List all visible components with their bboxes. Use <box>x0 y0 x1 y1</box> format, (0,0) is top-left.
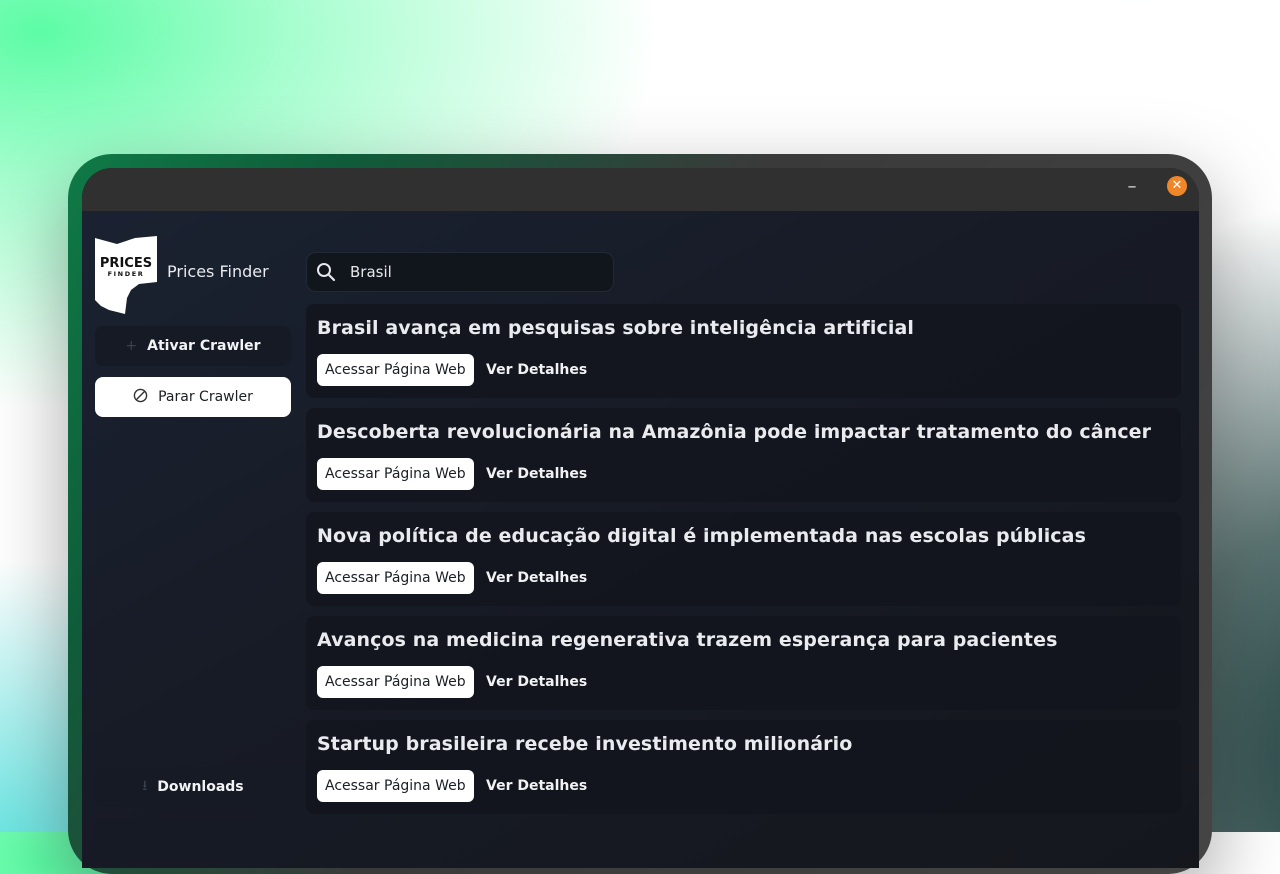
activate-crawler-label: Ativar Crawler <box>147 338 261 354</box>
result-card: Startup brasileira recebe investimento m… <box>306 720 1181 814</box>
view-details-button[interactable]: Ver Detalhes <box>478 354 595 386</box>
svg-text:FINDER: FINDER <box>108 270 145 278</box>
sidebar-extra-button[interactable] <box>95 819 291 859</box>
stop-crawler-label: Parar Crawler <box>158 389 253 405</box>
view-details-button[interactable]: Ver Detalhes <box>478 458 595 490</box>
activate-crawler-button[interactable]: + Ativar Crawler <box>95 326 291 366</box>
result-card: Avanços na medicina regenerativa trazem … <box>306 616 1181 710</box>
result-title: Descoberta revolucionária na Amazônia po… <box>317 421 1152 443</box>
results-list: Brasil avança em pesquisas sobre intelig… <box>306 304 1181 824</box>
result-title: Nova política de educação digital é impl… <box>317 525 1087 547</box>
result-card: Descoberta revolucionária na Amazônia po… <box>306 408 1181 502</box>
stop-crawler-button[interactable]: Parar Crawler <box>95 377 291 417</box>
open-web-page-button[interactable]: Acessar Página Web <box>317 562 474 594</box>
open-web-page-button[interactable]: Acessar Página Web <box>317 354 474 386</box>
close-button[interactable]: ✕ <box>1167 176 1187 196</box>
open-web-page-button[interactable]: Acessar Página Web <box>317 666 474 698</box>
title-bar: – ✕ <box>82 168 1199 211</box>
app-title: Prices Finder <box>167 262 269 281</box>
view-details-button[interactable]: Ver Detalhes <box>478 562 595 594</box>
result-title: Startup brasileira recebe investimento m… <box>317 733 853 755</box>
result-title: Brasil avança em pesquisas sobre intelig… <box>317 317 915 339</box>
view-details-button[interactable]: Ver Detalhes <box>478 770 595 802</box>
search-bar[interactable] <box>306 252 614 292</box>
view-details-button[interactable]: Ver Detalhes <box>478 666 595 698</box>
open-web-page-button[interactable]: Acessar Página Web <box>317 458 474 490</box>
svg-text:PRICES: PRICES <box>100 256 152 271</box>
result-card: Nova política de educação digital é impl… <box>306 512 1181 606</box>
search-input[interactable] <box>348 262 592 282</box>
downloads-label: Downloads <box>157 779 244 795</box>
plus-icon: + <box>125 338 138 354</box>
minimize-button[interactable]: – <box>1121 177 1143 199</box>
app-window: – ✕ PRICES FINDER Prices Finder + Ativar… <box>82 168 1199 868</box>
stop-icon <box>133 388 148 407</box>
search-icon <box>317 263 336 282</box>
result-card: Brasil avança em pesquisas sobre intelig… <box>306 304 1181 398</box>
result-title: Avanços na medicina regenerativa trazem … <box>317 629 1058 651</box>
download-icon: ⭳ <box>142 778 148 794</box>
open-web-page-button[interactable]: Acessar Página Web <box>317 770 474 802</box>
downloads-button[interactable]: ⭳ Downloads <box>95 767 291 807</box>
app-logo: PRICES FINDER <box>95 236 157 316</box>
